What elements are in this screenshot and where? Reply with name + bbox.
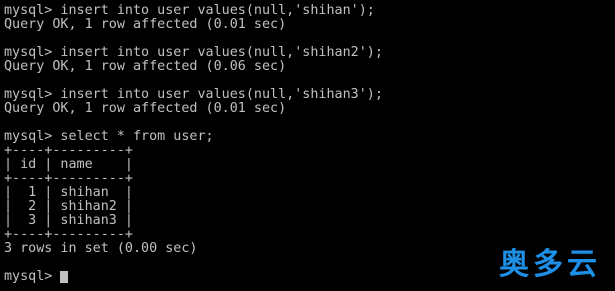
table-border: +----+---------+ xyxy=(4,143,133,158)
output-line: Query OK, 1 row affected (0.06 sec) xyxy=(4,59,287,74)
table-row: | 3 | shihan3 | xyxy=(4,213,133,228)
command-line: mysql> select * from user; xyxy=(4,129,214,144)
command-line: mysql> insert into user values(null,'shi… xyxy=(4,3,375,18)
text-cursor xyxy=(60,271,69,283)
output-line: Query OK, 1 row affected (0.01 sec) xyxy=(4,101,287,116)
output-line: Query OK, 1 row affected (0.01 sec) xyxy=(4,17,287,32)
command-line: mysql> insert into user values(null,'shi… xyxy=(4,45,383,60)
table-row: | 1 | shihan | xyxy=(4,185,133,200)
watermark-logo: 奥多云 xyxy=(499,247,601,282)
table-row: | 2 | shihan2 | xyxy=(4,199,133,214)
table-border: +----+---------+ xyxy=(4,171,133,186)
command-line: mysql> insert into user values(null,'shi… xyxy=(4,87,383,102)
prompt-label: mysql> xyxy=(4,269,53,284)
table-header: | id | name | xyxy=(4,157,133,172)
